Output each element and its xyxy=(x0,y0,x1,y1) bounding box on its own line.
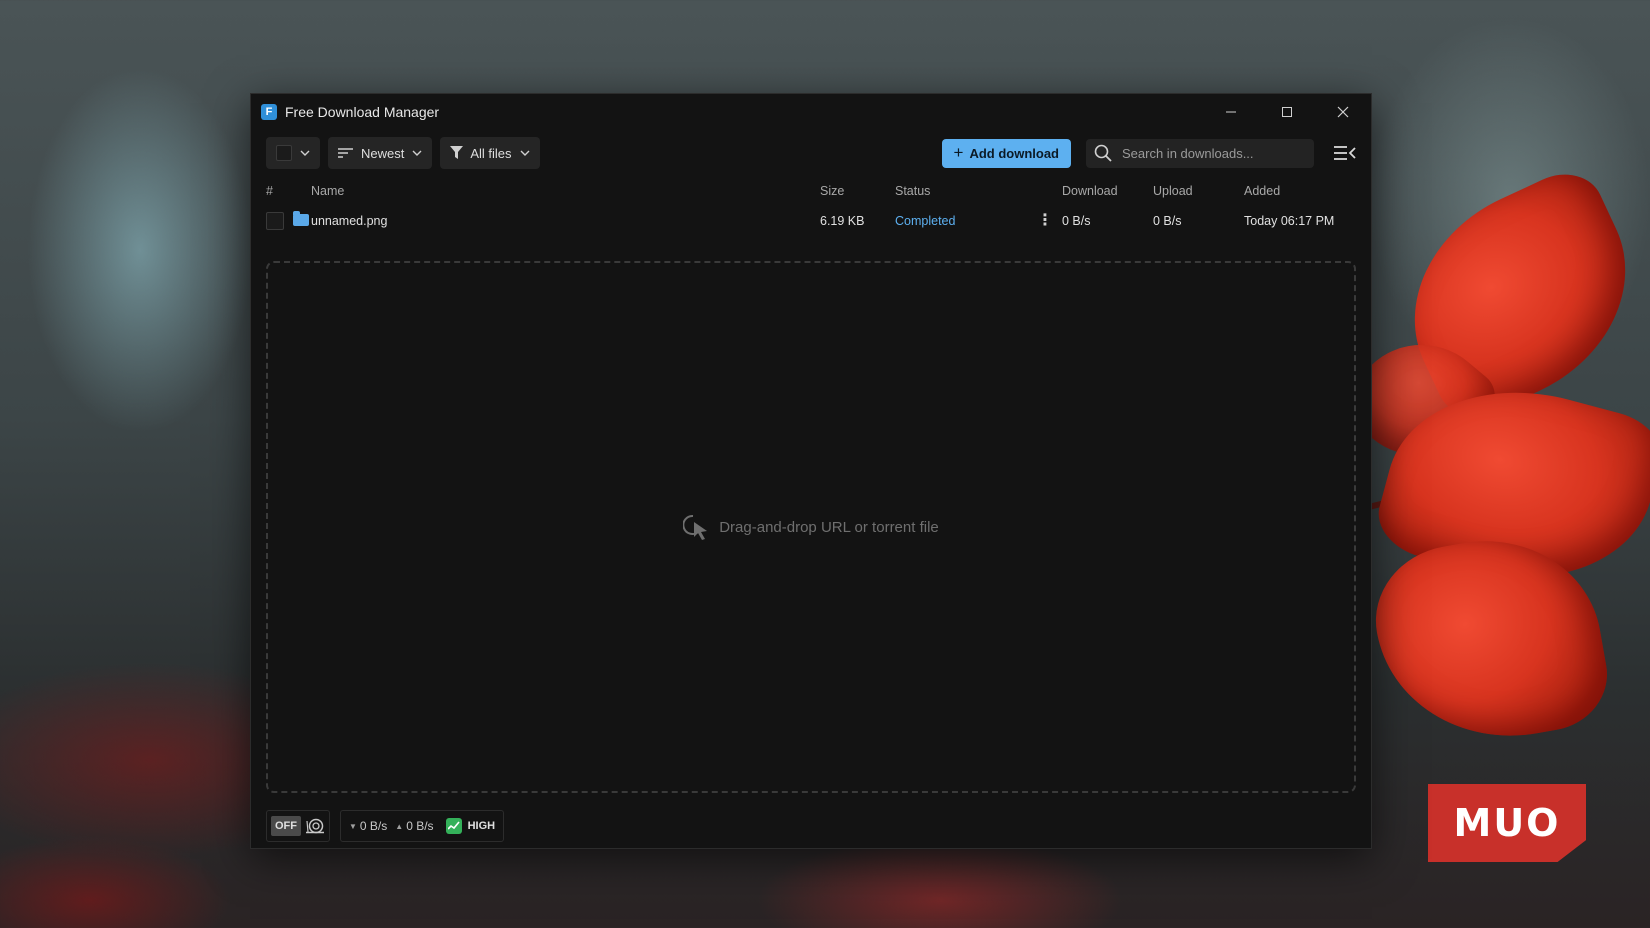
speed-indicator[interactable]: ▼ 0 B/s ▲ 0 B/s HIGH xyxy=(340,810,505,842)
column-header-size[interactable]: Size xyxy=(820,184,844,198)
status-bar: OFF ▼ 0 B/s ▲ 0 B/s HIGH xyxy=(266,810,514,842)
chevron-down-icon xyxy=(412,150,422,156)
snail-icon xyxy=(306,818,324,834)
column-header-name[interactable]: Name xyxy=(311,184,344,198)
select-all-dropdown[interactable] xyxy=(266,137,320,169)
menu-collapse-icon xyxy=(1334,146,1356,160)
column-header-upload[interactable]: Upload xyxy=(1153,184,1193,198)
down-arrow-icon: ▼ xyxy=(349,821,357,831)
sort-icon xyxy=(338,147,354,159)
total-download-speed: ▼ 0 B/s xyxy=(349,819,387,833)
traffic-mode-label: HIGH xyxy=(467,820,496,832)
folder-icon[interactable] xyxy=(293,211,309,226)
app-window: F Free Download Manager Newest All files… xyxy=(250,93,1372,849)
traffic-graph-icon xyxy=(445,818,462,834)
sort-dropdown[interactable]: Newest xyxy=(328,137,433,169)
total-download-speed-value: 0 B/s xyxy=(359,819,388,833)
upload-speed: 0 B/s xyxy=(1153,214,1182,228)
cursor-click-icon xyxy=(683,514,708,540)
close-button[interactable] xyxy=(1315,94,1371,130)
status-text: Completed xyxy=(895,214,956,228)
up-arrow-icon: ▲ xyxy=(395,821,404,831)
search-icon xyxy=(1094,144,1112,162)
add-download-label: Add download xyxy=(969,145,1059,161)
toolbar: Newest All files + Add download xyxy=(251,130,1371,176)
window-controls xyxy=(1203,94,1371,130)
chevron-down-icon xyxy=(520,150,530,156)
muo-watermark: MUO xyxy=(1428,784,1586,862)
drop-zone-text: Drag-and-drop URL or torrent file xyxy=(719,518,939,536)
add-download-button[interactable]: + Add download xyxy=(941,138,1071,168)
column-header-download[interactable]: Download xyxy=(1062,184,1118,198)
added-date: Today 06:17 PM xyxy=(1244,214,1335,228)
drop-zone[interactable]: Drag-and-drop URL or torrent file xyxy=(266,261,1356,793)
filter-icon xyxy=(450,146,464,160)
column-header-status[interactable]: Status xyxy=(895,184,930,198)
table-row[interactable]: unnamed.png 6.19 KB Completed ⋮ 0 B/s 0 … xyxy=(251,206,1371,236)
file-name-cell: unnamed.png xyxy=(293,211,388,228)
column-header-number[interactable]: # xyxy=(266,184,273,198)
drop-zone-hint: Drag-and-drop URL or torrent file xyxy=(683,513,939,541)
total-upload-speed: ▲ 0 B/s xyxy=(395,819,433,833)
main-menu-button[interactable] xyxy=(1334,145,1356,161)
maximize-button[interactable] xyxy=(1259,94,1315,130)
search-box[interactable] xyxy=(1086,138,1314,168)
total-upload-speed-value: 0 B/s xyxy=(406,819,434,833)
filter-dropdown[interactable]: All files xyxy=(440,137,540,169)
download-speed: 0 B/s xyxy=(1062,214,1091,228)
plus-icon: + xyxy=(953,143,964,162)
title-bar: F Free Download Manager xyxy=(251,94,1371,130)
minimize-button[interactable] xyxy=(1203,94,1259,130)
column-header-added[interactable]: Added xyxy=(1244,184,1280,198)
sort-label: Newest xyxy=(361,145,405,161)
fdm-logo-icon: F xyxy=(261,104,277,120)
row-checkbox[interactable] xyxy=(266,212,284,230)
file-size: 6.19 KB xyxy=(820,214,865,228)
close-icon xyxy=(1337,106,1349,118)
snail-mode-toggle[interactable]: OFF xyxy=(266,810,330,842)
minimize-icon xyxy=(1226,111,1236,113)
window-title: Free Download Manager xyxy=(285,104,440,120)
search-input[interactable] xyxy=(1122,145,1302,161)
file-name: unnamed.png xyxy=(311,214,388,228)
row-more-icon[interactable]: ⋮ xyxy=(1037,213,1053,229)
table-header: # Name Size Status Download Upload Added xyxy=(251,176,1371,206)
chevron-down-icon xyxy=(300,150,310,156)
filter-label: All files xyxy=(470,145,512,161)
select-all-checkbox[interactable] xyxy=(276,145,292,161)
maximize-icon xyxy=(1282,107,1292,117)
snail-mode-state: OFF xyxy=(271,816,301,836)
